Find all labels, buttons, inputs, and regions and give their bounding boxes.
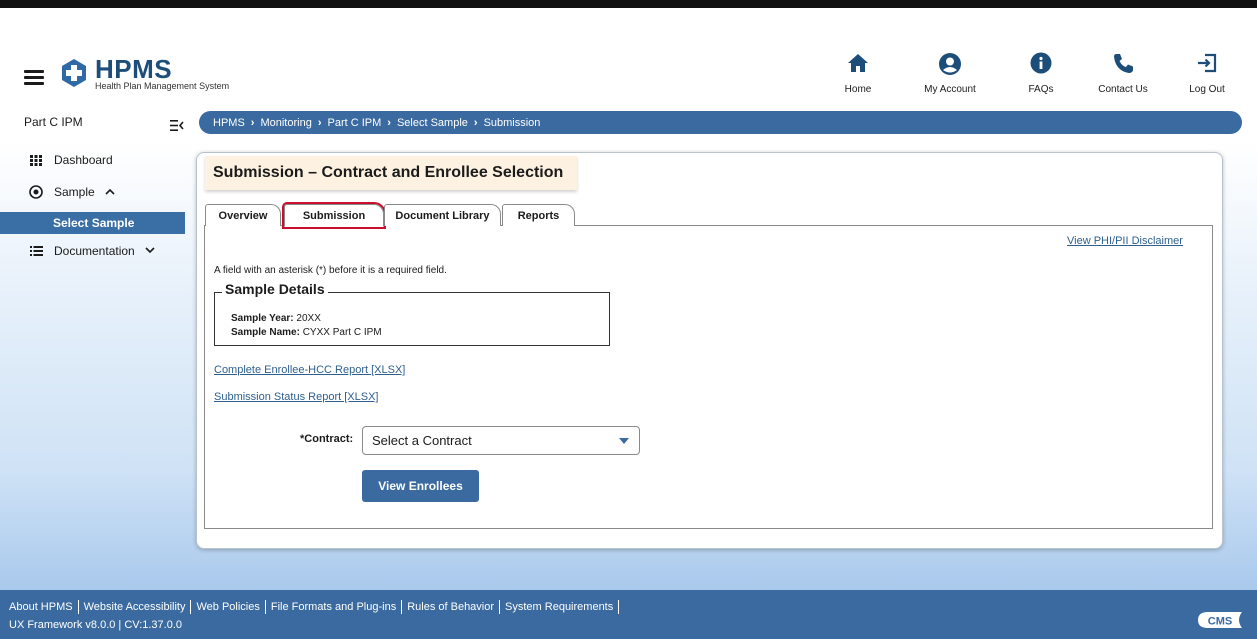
tab-reports[interactable]: Reports [502, 204, 575, 226]
chevron-right-icon: › [317, 116, 322, 129]
footer-version: UX Framework v8.0.0 | CV:1.37.0.0 [9, 619, 183, 631]
caret-down-icon [619, 438, 629, 444]
grid-icon [27, 154, 45, 166]
chevron-down-icon [145, 246, 155, 257]
nav-log-out-label: Log Out [1189, 84, 1225, 95]
svg-text:CMS: CMS [1208, 616, 1232, 628]
nav-faqs-label: FAQs [1028, 84, 1054, 95]
phone-icon [1083, 52, 1163, 78]
footer-link-rules-of-behavior[interactable]: Rules of Behavior [402, 601, 499, 613]
logo-subtitle: Health Plan Management System [95, 81, 230, 91]
sample-year-value: 20XX [296, 313, 321, 324]
breadcrumb: HPMS › Monitoring › Part C IPM › Select … [199, 111, 1242, 134]
cms-logo-icon: CMS [1196, 611, 1244, 634]
sample-details-legend: Sample Details [222, 281, 328, 297]
list-icon [27, 246, 45, 256]
sidebar-item-dashboard[interactable]: Dashboard [0, 149, 185, 171]
breadcrumb-item[interactable]: Select Sample [397, 117, 468, 129]
home-icon [818, 52, 898, 78]
nav-home[interactable]: Home [818, 52, 898, 95]
sidebar-item-documentation[interactable]: Documentation [0, 240, 185, 262]
target-icon [27, 185, 45, 199]
info-icon [1001, 52, 1081, 78]
chevron-right-icon: › [250, 116, 255, 129]
nav-faqs[interactable]: FAQs [1001, 52, 1081, 95]
nav-my-account-label: My Account [924, 84, 976, 95]
footer-links: About HPMS Website Accessibility Web Pol… [9, 600, 620, 614]
footer-link-file-formats[interactable]: File Formats and Plug-ins [266, 601, 401, 613]
sidebar-item-label: Dashboard [54, 153, 113, 167]
breadcrumb-item-current: Submission [483, 116, 541, 129]
contract-select-value: Select a Contract [372, 433, 472, 448]
sample-year-row: Sample Year: 20XX [231, 313, 321, 324]
hamburger-menu-icon[interactable] [24, 70, 44, 85]
account-icon [910, 52, 990, 78]
nav-my-account[interactable]: My Account [910, 52, 990, 95]
submission-status-report-link[interactable]: Submission Status Report [XLSX] [214, 391, 378, 403]
sidebar-title: Part C IPM [24, 115, 83, 129]
breadcrumb-item[interactable]: HPMS [213, 117, 245, 129]
contract-label: *Contract: [300, 433, 354, 445]
sidebar-item-label: Sample [54, 185, 95, 199]
top-bar [0, 0, 1257, 8]
sample-name-value: CYXX Part C IPM [302, 327, 382, 338]
sidebar-item-select-sample[interactable]: Select Sample [0, 212, 185, 234]
enrollee-hcc-report-link[interactable]: Complete Enrollee-HCC Report [XLSX] [214, 364, 405, 376]
footer-link-system-requirements[interactable]: System Requirements [500, 601, 618, 613]
hpms-logo-icon [59, 58, 89, 93]
view-enrollees-button[interactable]: View Enrollees [362, 470, 479, 502]
chevron-right-icon: › [473, 116, 478, 129]
chevron-right-icon: › [387, 116, 391, 129]
sidebar-item-label: Documentation [54, 244, 135, 258]
page-title: Submission – Contract and Enrollee Selec… [205, 156, 578, 190]
contract-select[interactable]: Select a Contract [362, 426, 640, 455]
divider [618, 600, 620, 614]
footer-link-accessibility[interactable]: Website Accessibility [79, 601, 191, 613]
sample-year-label: Sample Year: [231, 313, 294, 324]
tab-document-library[interactable]: Document Library [384, 204, 501, 226]
nav-home-label: Home [844, 84, 872, 95]
nav-contact-us[interactable]: Contact Us [1083, 52, 1163, 95]
sidebar-item-label: Select Sample [53, 216, 135, 230]
sidebar-item-sample[interactable]: Sample [0, 181, 185, 203]
footer: About HPMS Website Accessibility Web Pol… [0, 590, 1257, 639]
sample-name-row: Sample Name: CYXX Part C IPM [231, 327, 382, 338]
breadcrumb-item[interactable]: Part C IPM [327, 117, 381, 129]
nav-contact-us-label: Contact Us [1098, 84, 1148, 95]
required-field-note: A field with an asterisk (*) before it i… [214, 265, 447, 276]
sample-name-label: Sample Name: [231, 327, 300, 338]
footer-link-about[interactable]: About HPMS [9, 601, 78, 613]
tab-overview[interactable]: Overview [205, 204, 281, 226]
tab-submission[interactable]: Submission [282, 202, 386, 229]
chevron-up-icon [105, 187, 115, 198]
collapse-sidebar-icon[interactable] [170, 118, 184, 136]
nav-log-out[interactable]: Log Out [1167, 52, 1247, 95]
footer-link-web-policies[interactable]: Web Policies [191, 601, 264, 613]
phi-pii-disclaimer-link[interactable]: View PHI/PII Disclaimer [1067, 235, 1183, 247]
breadcrumb-item[interactable]: Monitoring [260, 117, 311, 129]
logout-icon [1167, 52, 1247, 78]
